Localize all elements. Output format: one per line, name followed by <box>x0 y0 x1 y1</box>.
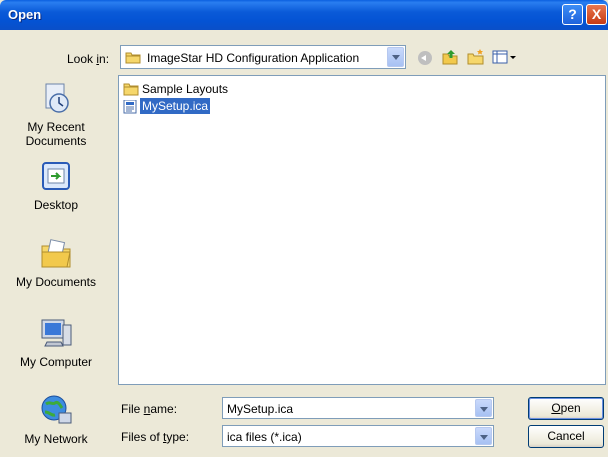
cancel-button[interactable]: Cancel <box>528 425 604 448</box>
file-icon <box>123 99 137 118</box>
back-icon[interactable] <box>418 51 432 65</box>
my-computer-icon <box>5 316 107 353</box>
file-list[interactable]: Sample Layouts MySetup.ica <box>118 75 606 385</box>
title-bar[interactable]: Open ? X <box>0 0 608 30</box>
open-button[interactable]: Open <box>528 397 604 420</box>
folder-icon <box>125 51 141 67</box>
open-dialog: Open ? X Look in: ImageStar HD Configura… <box>0 0 608 457</box>
place-label: My Network <box>24 432 88 446</box>
look-in-label: Look in: <box>67 52 110 66</box>
place-label: My Recent <box>27 120 85 134</box>
places-bar: My Recent Documents Desktop My Documents… <box>5 73 107 453</box>
file-type-label: Files of type: <box>121 430 190 444</box>
place-my-recent-documents[interactable]: My Recent Documents <box>5 81 107 148</box>
folder-icon <box>123 83 139 100</box>
recent-documents-icon <box>5 81 107 118</box>
chevron-down-icon[interactable] <box>475 427 492 445</box>
look-in-dropdown[interactable]: ImageStar HD Configuration Application <box>120 45 406 69</box>
my-network-icon <box>5 393 107 430</box>
place-my-computer[interactable]: My Computer <box>5 316 107 369</box>
place-my-documents[interactable]: My Documents <box>5 236 107 289</box>
new-folder-icon[interactable] <box>467 49 485 65</box>
file-name-combo[interactable]: MySetup.ica <box>222 397 494 419</box>
look-in-value: ImageStar HD Configuration Application <box>147 51 360 65</box>
file-name-label: File name: <box>121 402 178 416</box>
file-type-value: ica files (*.ica) <box>227 430 302 444</box>
chevron-down-icon[interactable] <box>387 47 404 67</box>
up-folder-icon[interactable] <box>441 49 459 65</box>
place-label-line2: Documents <box>25 134 87 148</box>
chevron-down-icon[interactable] <box>475 399 492 417</box>
help-button[interactable]: ? <box>562 4 583 25</box>
list-item-label: MySetup.ica <box>140 98 211 114</box>
window-title: Open <box>8 7 42 22</box>
place-label: My Computer <box>19 355 93 369</box>
file-type-dropdown[interactable]: ica files (*.ica) <box>222 425 494 447</box>
place-my-network[interactable]: My Network <box>5 393 107 446</box>
place-desktop[interactable]: Desktop <box>5 161 107 212</box>
file-name-value: MySetup.ica <box>227 402 294 416</box>
place-label: My Documents <box>15 275 97 289</box>
desktop-icon <box>5 161 107 196</box>
views-menu-icon[interactable] <box>492 49 518 65</box>
close-button[interactable]: X <box>586 4 607 25</box>
list-item-label: Sample Layouts <box>142 82 229 96</box>
my-documents-icon <box>5 236 107 273</box>
place-label: Desktop <box>33 198 79 212</box>
